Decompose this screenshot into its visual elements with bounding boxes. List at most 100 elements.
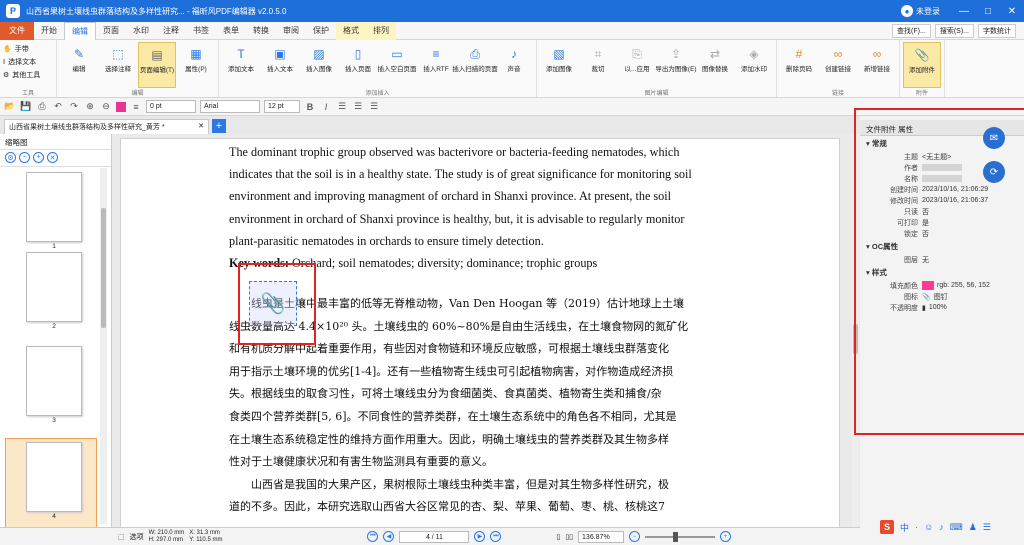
tab-protect[interactable]: 保护 xyxy=(306,22,336,40)
tab-arrange[interactable]: 排列 xyxy=(366,21,396,40)
ime-skin-icon[interactable]: ♟ xyxy=(969,522,977,533)
document-tab[interactable]: 山西省果树土壤线虫群落结构及多样性研究_黄芳 * ✕ xyxy=(4,119,209,134)
prop-value[interactable]: 否 xyxy=(922,207,929,217)
select-annotation-button[interactable]: ⬚ 选择注释 xyxy=(99,42,137,88)
thumbnail-scrollbar[interactable] xyxy=(100,168,107,524)
insert-rtf-button[interactable]: ≡ 插入RTF xyxy=(417,42,455,88)
thumbnail-page-2[interactable]: 2 xyxy=(26,252,82,332)
print-icon[interactable]: ⎙ xyxy=(36,101,48,113)
tab-page[interactable]: 页面 xyxy=(96,22,126,40)
zoom-in-button[interactable]: + xyxy=(720,531,732,542)
new-link-button[interactable]: ∞ 新增链接 xyxy=(858,42,896,88)
prop-value[interactable]: 📎 图钉 xyxy=(922,292,948,302)
italic-icon[interactable]: I xyxy=(320,101,332,113)
minimize-button[interactable]: — xyxy=(952,0,976,22)
next-page-button[interactable]: ▶ xyxy=(474,531,486,542)
add-watermark-button[interactable]: ◈ 添加水印 xyxy=(735,42,773,88)
two-page-icon[interactable]: ▯▯ xyxy=(565,533,573,541)
prop-value[interactable]: 是 xyxy=(922,218,929,228)
page-edit-button[interactable]: ▤ 页面编辑(T) xyxy=(138,42,176,88)
zoom-in-icon[interactable]: ⊕ xyxy=(84,101,96,113)
document-scroll-thumb[interactable] xyxy=(853,324,858,354)
font-size-select[interactable]: 12 pt xyxy=(264,100,300,113)
font-select[interactable]: Arial xyxy=(200,100,260,113)
float-message-icon[interactable]: ✉ xyxy=(983,127,1005,149)
align-right-icon[interactable]: ☰ xyxy=(368,101,380,113)
zoom-slider-handle[interactable] xyxy=(673,531,679,542)
export-image-button[interactable]: ⇪ 导出为图像(E) xyxy=(655,42,696,88)
oc-section-header[interactable]: ▾ OC属性 xyxy=(860,239,1024,254)
add-tab-button[interactable]: + xyxy=(212,119,226,133)
tab-edit[interactable]: 编辑 xyxy=(64,21,96,40)
zoom-slider[interactable] xyxy=(645,531,716,542)
prop-value[interactable] xyxy=(922,175,962,182)
open-icon[interactable]: 📂 xyxy=(4,101,16,113)
prop-value[interactable]: ▮ 100% xyxy=(922,304,947,312)
search-button[interactable]: 搜索(S)... xyxy=(934,23,974,38)
zoom-select[interactable]: 136.87% xyxy=(578,530,625,543)
bold-icon[interactable]: B xyxy=(304,101,316,113)
insert-page-button[interactable]: ▯ 插入页面 xyxy=(339,42,377,88)
edit-button[interactable]: ✎ 编辑 xyxy=(60,42,98,88)
tab-review[interactable]: 审阅 xyxy=(276,22,306,40)
redo-icon[interactable]: ↷ xyxy=(68,101,80,113)
thumbnail-page-1[interactable]: 1 xyxy=(26,172,82,252)
insert-scanned-page-button[interactable]: ⎙ 插入扫描的页面 xyxy=(452,42,498,88)
hand-tool[interactable]: ✋ 手带 xyxy=(3,44,53,54)
tab-form[interactable]: 表单 xyxy=(216,22,246,40)
other-tools[interactable]: ⚙ 其他工具 xyxy=(3,70,53,80)
prev-page-button[interactable]: ◀ xyxy=(383,531,395,542)
find-button[interactable]: 查找(F)... xyxy=(892,23,931,38)
ime-logo-icon[interactable]: S xyxy=(880,520,894,534)
add-image-button[interactable]: ▧ 添加图像 xyxy=(540,42,578,88)
close-button[interactable]: ✕ xyxy=(1000,0,1024,22)
float-sync-icon[interactable]: ⟳ xyxy=(983,161,1005,183)
first-page-button[interactable]: ⏮ xyxy=(367,531,379,542)
tab-start[interactable]: 开始 xyxy=(34,22,64,40)
add-attachment-button[interactable]: 📎 添加附件 xyxy=(903,42,941,88)
undo-icon[interactable]: ↶ xyxy=(52,101,64,113)
select-text-tool[interactable]: Ⅰ 选择文本 xyxy=(3,57,53,67)
tab-format[interactable]: 格式 xyxy=(336,21,366,40)
align-left-icon[interactable]: ☰ xyxy=(336,101,348,113)
prop-value[interactable]: 无 xyxy=(922,255,929,265)
insert-blank-page-button[interactable]: ▭ 插入空白页面 xyxy=(378,42,417,88)
tab-bookmark[interactable]: 书签 xyxy=(186,22,216,40)
prop-value[interactable] xyxy=(922,164,962,171)
page-number-field[interactable]: 4 / 11 xyxy=(399,530,470,543)
ime-chinese-icon[interactable]: 中 xyxy=(900,521,909,534)
replace-image-button[interactable]: ⇄ 图像替换 xyxy=(696,42,734,88)
create-link-button[interactable]: ∞ 创建链接 xyxy=(819,42,857,88)
tab-convert[interactable]: 转换 xyxy=(246,22,276,40)
maximize-button[interactable]: □ xyxy=(976,0,1000,22)
insert-text-button[interactable]: ▣ 插入文本 xyxy=(261,42,299,88)
ime-punct-icon[interactable]: · xyxy=(915,522,918,532)
close-tab-icon[interactable]: ✕ xyxy=(198,122,204,132)
tab-file[interactable]: 文件 xyxy=(0,21,34,40)
login-button[interactable]: ● 未登录 xyxy=(901,5,940,17)
thumbnail-page-3[interactable]: 3 xyxy=(26,346,82,426)
line-width-field[interactable]: 0 pt xyxy=(146,100,196,113)
ime-keyboard-icon[interactable]: ⌨ xyxy=(950,522,963,533)
line-style-icon[interactable]: ≡ xyxy=(130,101,142,113)
document-scrollbar[interactable] xyxy=(852,134,859,527)
align-center-icon[interactable]: ☰ xyxy=(352,101,364,113)
add-text-button[interactable]: T 添加文本 xyxy=(222,42,260,88)
thumbnail-scroll-thumb[interactable] xyxy=(101,208,106,328)
properties-button[interactable]: ▦ 属性(P) xyxy=(177,42,215,88)
prop-value[interactable]: rgb: 255, 56, 152 xyxy=(922,281,990,290)
fill-color-swatch[interactable] xyxy=(922,281,934,290)
ime-voice-icon[interactable]: ♪ xyxy=(939,522,944,532)
color-swatch[interactable] xyxy=(116,101,126,112)
insert-image-button[interactable]: ▨ 插入图像 xyxy=(300,42,338,88)
apply-button[interactable]: ⎘ 以...应用 xyxy=(618,42,656,88)
sound-button[interactable]: ♪ 声音 xyxy=(495,42,533,88)
ime-menu-icon[interactable]: ☰ xyxy=(983,522,991,533)
thumbnail-zoom-out-icon[interactable]: − xyxy=(19,152,30,163)
thumbnail-page-4[interactable]: 4 xyxy=(26,442,82,522)
prop-value[interactable]: <无主题> xyxy=(922,152,951,162)
crop-button[interactable]: ⌗ 裁切 xyxy=(579,42,617,88)
select-mode-icon[interactable]: ⬚ xyxy=(118,533,125,541)
thumbnail-settings-icon[interactable]: ⚙ xyxy=(5,152,16,163)
ime-emoji-icon[interactable]: ☺ xyxy=(924,522,933,532)
